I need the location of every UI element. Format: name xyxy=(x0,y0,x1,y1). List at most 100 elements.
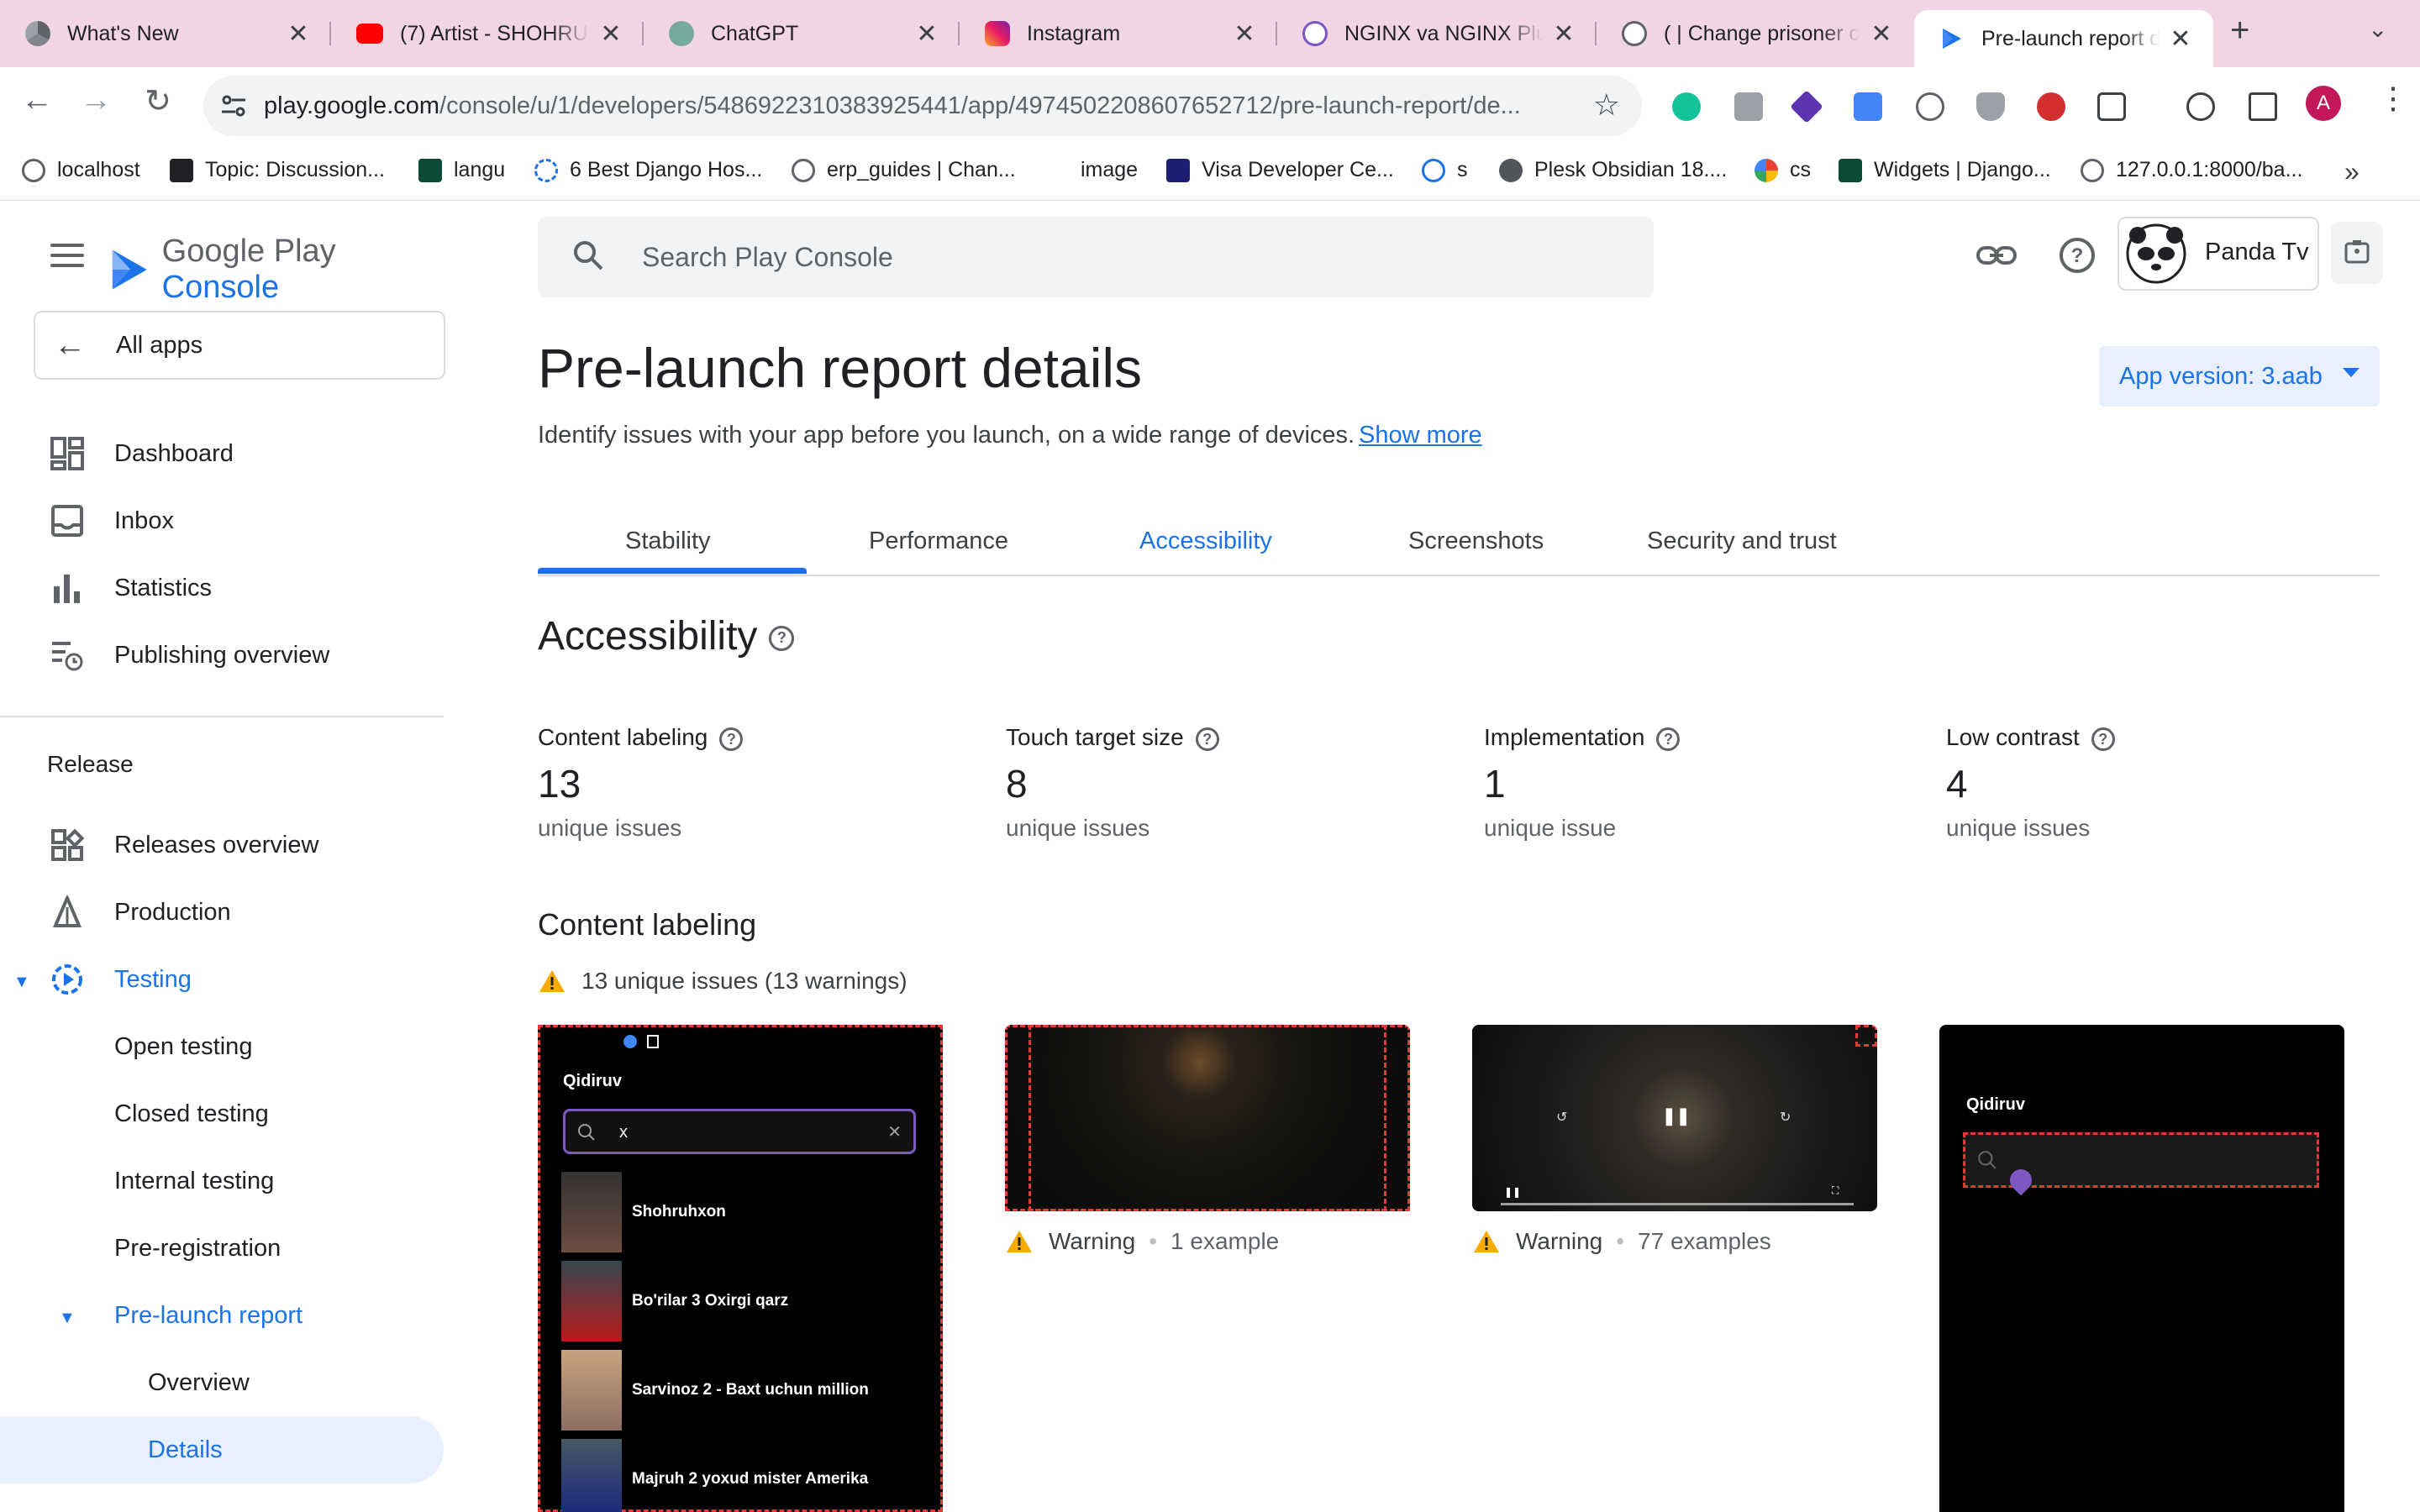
youtube-icon xyxy=(356,24,383,44)
warning-label: Warning xyxy=(1049,1228,1136,1254)
sidebar-item-pre-registration[interactable]: Pre-registration xyxy=(0,1215,454,1282)
issue-screenshot-card[interactable]: Qidiruv x ✕ Shohruhxon Bo'rilar 3 Oxirgi… xyxy=(538,1025,943,1512)
help-circle-icon[interactable]: ? xyxy=(769,626,795,652)
app-version-dropdown[interactable]: App version: 3.aab xyxy=(2099,346,2380,407)
help-icon[interactable]: ? xyxy=(2055,234,2099,277)
shield-icon[interactable] xyxy=(1976,92,2005,121)
bookmark-item[interactable]: Topic: Discussion... xyxy=(170,158,385,182)
back-arrow-icon[interactable]: ← xyxy=(13,82,60,118)
sidebar-item-releases-overview[interactable]: Releases overview xyxy=(0,811,454,879)
grammarly-icon[interactable] xyxy=(1672,92,1701,121)
adblock-icon[interactable] xyxy=(2037,92,2065,121)
bookmark-item[interactable]: langu xyxy=(418,158,505,182)
browser-toolbar: ← → ↻ play.google.com/console/u/1/develo… xyxy=(0,67,2420,146)
show-more-link[interactable]: Show more xyxy=(1359,422,1482,449)
bookmark-item[interactable]: Widgets | Django... xyxy=(1839,158,2051,182)
metric-low-contrast[interactable]: Low contrast? 4 unique issues xyxy=(1946,724,2115,842)
movie-title: Bo'rilar 3 Oxirgi qarz xyxy=(632,1292,789,1310)
help-circle-icon[interactable]: ? xyxy=(2091,727,2115,751)
sidebar-item-dashboard[interactable]: Dashboard xyxy=(0,420,454,487)
account-switcher[interactable]: Panda Tv xyxy=(2118,217,2319,291)
metric-implementation[interactable]: Implementation? 1 unique issue xyxy=(1484,724,1681,842)
camera-icon[interactable] xyxy=(1734,92,1763,121)
browser-tab[interactable]: (7) Artist - SHOHRUX ✕ xyxy=(331,10,644,57)
tab-search-chevron-icon[interactable]: ⌄ xyxy=(2368,15,2387,43)
close-tab-icon[interactable]: ✕ xyxy=(1232,19,1257,49)
close-tab-icon[interactable]: ✕ xyxy=(286,19,311,49)
bookmark-item[interactable]: localhost xyxy=(22,158,140,182)
tab-title: ChatGPT xyxy=(711,21,799,45)
play-console-logo[interactable]: Google Play Console xyxy=(109,234,454,306)
issue-screenshot-card[interactable]: ↺ ❚❚ ↻ ❚❚ ⛶ xyxy=(1472,1025,1877,1211)
browser-tab-active[interactable]: Pre-launch report de ✕ xyxy=(1914,10,2213,67)
bookmark-star-icon[interactable]: ☆ xyxy=(1593,87,1620,123)
extensions-puzzle-icon[interactable] xyxy=(2097,92,2126,121)
movie-title: Majruh 2 yoxud mister Amerika xyxy=(632,1470,869,1488)
sidebar-item-closed-testing[interactable]: Closed testing xyxy=(0,1080,454,1147)
sidebar-item-pre-launch-report[interactable]: Pre-launch report xyxy=(0,1282,454,1349)
movie-list-item: Majruh 2 yoxud mister Amerika xyxy=(561,1438,868,1512)
issue-screenshot-card[interactable]: Qidiruv xyxy=(1939,1025,2344,1512)
google-icon xyxy=(1754,158,1778,182)
tab-title: Instagram xyxy=(1027,21,1121,45)
more-bookmarks-icon[interactable]: » xyxy=(2344,156,2360,187)
performance-icon[interactable] xyxy=(2186,92,2215,121)
browser-tab[interactable]: ( | Change prisoner c ✕ xyxy=(1597,10,1914,57)
tab-accessibility[interactable]: Accessibility xyxy=(1139,528,1272,555)
bookmark-item[interactable]: cs xyxy=(1754,158,1811,182)
sidebar-item-production[interactable]: Production xyxy=(0,879,454,946)
globe-icon xyxy=(792,158,815,182)
extension-diamond-icon[interactable] xyxy=(1790,90,1823,123)
close-tab-icon[interactable]: ✕ xyxy=(2168,24,2193,54)
new-tab-button[interactable]: + xyxy=(2230,12,2249,50)
close-tab-icon[interactable]: ✕ xyxy=(1551,19,1576,49)
bookmark-item[interactable]: erp_guides | Chan... xyxy=(792,158,1016,182)
bookmark-item[interactable]: image xyxy=(1045,158,1138,182)
browser-tab[interactable]: Instagram ✕ xyxy=(960,10,1277,57)
sidebar-item-testing[interactable]: Testing xyxy=(0,946,454,1013)
all-apps-button[interactable]: ← All apps xyxy=(34,311,445,380)
tab-security-and-trust[interactable]: Security and trust xyxy=(1647,528,1837,555)
tab-performance[interactable]: Performance xyxy=(869,528,1008,555)
metric-touch-target-size[interactable]: Touch target size? 8 unique issues xyxy=(1006,724,1219,842)
sidebar-item-open-testing[interactable]: Open testing xyxy=(0,1013,454,1080)
tab-screenshots[interactable]: Screenshots xyxy=(1408,528,1544,555)
browser-tab[interactable]: NGINX va NGINX Plus ✕ xyxy=(1277,10,1597,57)
sidebar-item-internal-testing[interactable]: Internal testing xyxy=(0,1147,454,1215)
bookmark-item[interactable]: Visa Developer Ce... xyxy=(1166,158,1394,182)
issue-screenshot-card[interactable] xyxy=(1005,1025,1410,1211)
help-circle-icon[interactable]: ? xyxy=(1656,727,1681,751)
bookmark-item[interactable]: s xyxy=(1422,158,1468,182)
sidebar-item-overview[interactable]: Overview xyxy=(0,1349,454,1416)
translate-icon[interactable] xyxy=(1854,92,1882,121)
browser-tab[interactable]: What's New ✕ xyxy=(0,10,331,57)
browser-menu-icon[interactable]: ⋮ xyxy=(2378,81,2408,116)
sidebar-item-details[interactable]: Details xyxy=(0,1416,444,1483)
close-tab-icon[interactable]: ✕ xyxy=(598,19,623,49)
search-input[interactable]: Search Play Console xyxy=(538,217,1654,297)
browser-tab[interactable]: ChatGPT ✕ xyxy=(644,10,960,57)
sidebar-item-publishing-overview[interactable]: Publishing overview xyxy=(0,622,454,689)
bookmark-item[interactable]: Plesk Obsidian 18.... xyxy=(1499,158,1727,182)
forward-arrow-icon[interactable]: → xyxy=(72,82,119,118)
browser-profile-avatar[interactable]: A xyxy=(2306,86,2341,121)
help-circle-icon[interactable]: ? xyxy=(1195,727,1219,751)
extension-circle-icon[interactable] xyxy=(1916,92,1944,121)
sidebar-item-inbox[interactable]: Inbox xyxy=(0,487,454,554)
help-circle-icon[interactable]: ? xyxy=(719,727,744,751)
close-tab-icon[interactable]: ✕ xyxy=(1869,19,1894,49)
side-panel-icon[interactable] xyxy=(2249,92,2277,121)
link-icon[interactable] xyxy=(1975,234,2018,277)
bookmark-item[interactable]: 127.0.0.1:8000/ba... xyxy=(2081,158,2302,182)
tab-stability[interactable]: Stability xyxy=(625,528,711,555)
metric-content-labeling[interactable]: Content labeling? 13 unique issues xyxy=(538,724,744,842)
reload-icon[interactable]: ↻ xyxy=(134,82,182,120)
bookmark-item[interactable]: 6 Best Django Hos... xyxy=(534,158,762,182)
developer-account-button[interactable] xyxy=(2331,222,2383,284)
sidebar-item-statistics[interactable]: Statistics xyxy=(0,554,454,622)
address-bar[interactable]: play.google.com/console/u/1/developers/5… xyxy=(203,76,1642,136)
site-info-icon[interactable] xyxy=(218,91,249,121)
issue-highlight-box xyxy=(1855,1025,1877,1047)
menu-icon[interactable] xyxy=(50,244,84,274)
close-tab-icon[interactable]: ✕ xyxy=(914,19,939,49)
